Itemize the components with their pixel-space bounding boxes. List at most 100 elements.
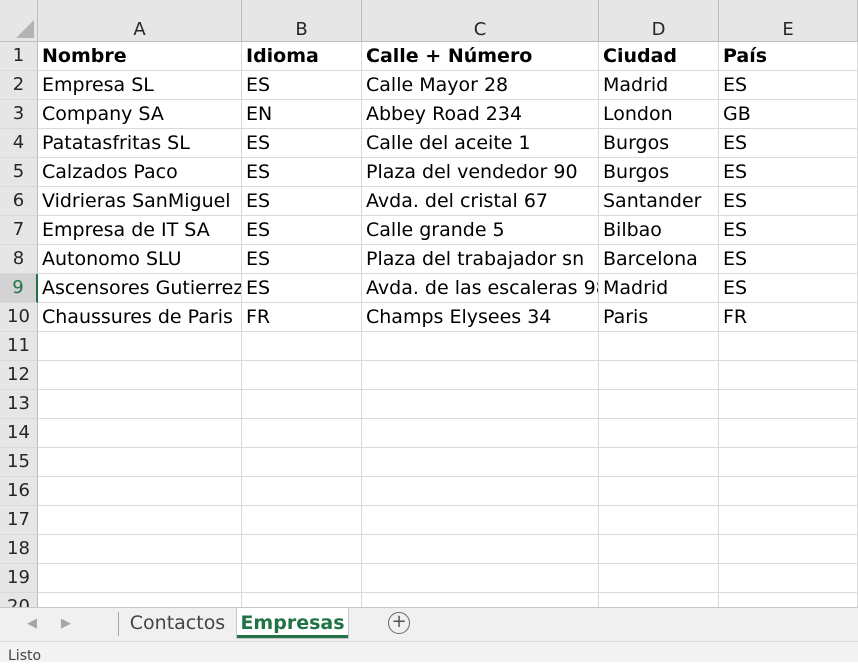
row-header-18[interactable]: 18 [0, 535, 38, 564]
column-header-a[interactable]: A [38, 0, 242, 42]
cell-b11[interactable] [242, 332, 362, 361]
select-all-corner[interactable] [0, 0, 38, 42]
cell-d16[interactable] [599, 477, 719, 506]
cell-e16[interactable] [719, 477, 858, 506]
column-header-d[interactable]: D [599, 0, 719, 42]
cell-a5[interactable]: Calzados Paco [38, 158, 242, 187]
cell-a1[interactable]: Nombre [38, 42, 242, 71]
cell-c5[interactable]: Plaza del vendedor 90 [362, 158, 599, 187]
column-header-c[interactable]: C [362, 0, 599, 42]
plus-circle-icon[interactable]: + [388, 612, 410, 634]
row-header-10[interactable]: 10 [0, 303, 38, 332]
cell-d4[interactable]: Burgos [599, 129, 719, 158]
cell-e1[interactable]: País [719, 42, 858, 71]
cell-d14[interactable] [599, 419, 719, 448]
cell-e14[interactable] [719, 419, 858, 448]
cell-e20[interactable] [719, 593, 858, 607]
cell-e9[interactable]: ES [719, 274, 858, 303]
row-header-16[interactable]: 16 [0, 477, 38, 506]
cell-b20[interactable] [242, 593, 362, 607]
chevron-left-icon[interactable]: ◀ [22, 614, 42, 634]
cell-e19[interactable] [719, 564, 858, 593]
cell-b9[interactable]: ES [242, 274, 362, 303]
row-header-19[interactable]: 19 [0, 564, 38, 593]
cell-c16[interactable] [362, 477, 599, 506]
row-header-12[interactable]: 12 [0, 361, 38, 390]
cell-b13[interactable] [242, 390, 362, 419]
cell-a15[interactable] [38, 448, 242, 477]
cell-c1[interactable]: Calle + Número [362, 42, 599, 71]
row-header-13[interactable]: 13 [0, 390, 38, 419]
cell-a8[interactable]: Autonomo SLU [38, 245, 242, 274]
cell-c6[interactable]: Avda. del cristal 67 [362, 187, 599, 216]
cell-d15[interactable] [599, 448, 719, 477]
cell-a9[interactable]: Ascensores Gutierrez [38, 274, 242, 303]
column-header-e[interactable]: E [719, 0, 858, 42]
cell-d7[interactable]: Bilbao [599, 216, 719, 245]
cell-d12[interactable] [599, 361, 719, 390]
cell-c12[interactable] [362, 361, 599, 390]
cell-e17[interactable] [719, 506, 858, 535]
cell-b12[interactable] [242, 361, 362, 390]
cell-d2[interactable]: Madrid [599, 71, 719, 100]
cell-a20[interactable] [38, 593, 242, 607]
cell-e8[interactable]: ES [719, 245, 858, 274]
cell-b19[interactable] [242, 564, 362, 593]
cell-b14[interactable] [242, 419, 362, 448]
cell-e15[interactable] [719, 448, 858, 477]
cell-c4[interactable]: Calle del aceite 1 [362, 129, 599, 158]
cell-e13[interactable] [719, 390, 858, 419]
row-header-8[interactable]: 8 [0, 245, 38, 274]
cell-c8[interactable]: Plaza del trabajador sn [362, 245, 599, 274]
cell-b6[interactable]: ES [242, 187, 362, 216]
cell-c17[interactable] [362, 506, 599, 535]
cell-e18[interactable] [719, 535, 858, 564]
cell-a14[interactable] [38, 419, 242, 448]
chevron-right-icon[interactable]: ▶ [56, 614, 76, 634]
cell-c10[interactable]: Champs Elysees 34 [362, 303, 599, 332]
cell-d19[interactable] [599, 564, 719, 593]
cell-c7[interactable]: Calle grande 5 [362, 216, 599, 245]
cell-e10[interactable]: FR [719, 303, 858, 332]
row-header-3[interactable]: 3 [0, 100, 38, 129]
row-header-4[interactable]: 4 [0, 129, 38, 158]
cell-a4[interactable]: Patatasfritas SL [38, 129, 242, 158]
cell-e7[interactable]: ES [719, 216, 858, 245]
cell-b5[interactable]: ES [242, 158, 362, 187]
cell-e11[interactable] [719, 332, 858, 361]
cell-a2[interactable]: Empresa SL [38, 71, 242, 100]
cell-d9[interactable]: Madrid [599, 274, 719, 303]
cell-d20[interactable] [599, 593, 719, 607]
cell-d1[interactable]: Ciudad [599, 42, 719, 71]
cell-d17[interactable] [599, 506, 719, 535]
cell-e12[interactable] [719, 361, 858, 390]
cell-e5[interactable]: ES [719, 158, 858, 187]
cell-c11[interactable] [362, 332, 599, 361]
cell-c13[interactable] [362, 390, 599, 419]
cell-c19[interactable] [362, 564, 599, 593]
cell-a13[interactable] [38, 390, 242, 419]
cell-e4[interactable]: ES [719, 129, 858, 158]
tab-contactos[interactable]: Contactos [119, 608, 236, 638]
cell-b10[interactable]: FR [242, 303, 362, 332]
cell-a11[interactable] [38, 332, 242, 361]
cell-e2[interactable]: ES [719, 71, 858, 100]
cell-a19[interactable] [38, 564, 242, 593]
cell-c18[interactable] [362, 535, 599, 564]
cell-b2[interactable]: ES [242, 71, 362, 100]
cell-b7[interactable]: ES [242, 216, 362, 245]
cell-a10[interactable]: Chaussures de Paris [38, 303, 242, 332]
cell-c14[interactable] [362, 419, 599, 448]
cell-d6[interactable]: Santander [599, 187, 719, 216]
column-header-b[interactable]: B [242, 0, 362, 42]
cell-b18[interactable] [242, 535, 362, 564]
cell-d5[interactable]: Burgos [599, 158, 719, 187]
row-header-1[interactable]: 1 [0, 42, 38, 71]
cell-c9[interactable]: Avda. de las escaleras 98 [362, 274, 599, 303]
cell-d18[interactable] [599, 535, 719, 564]
cell-a6[interactable]: Vidrieras SanMiguel [38, 187, 242, 216]
row-header-17[interactable]: 17 [0, 506, 38, 535]
cell-c2[interactable]: Calle Mayor 28 [362, 71, 599, 100]
row-header-14[interactable]: 14 [0, 419, 38, 448]
row-header-11[interactable]: 11 [0, 332, 38, 361]
